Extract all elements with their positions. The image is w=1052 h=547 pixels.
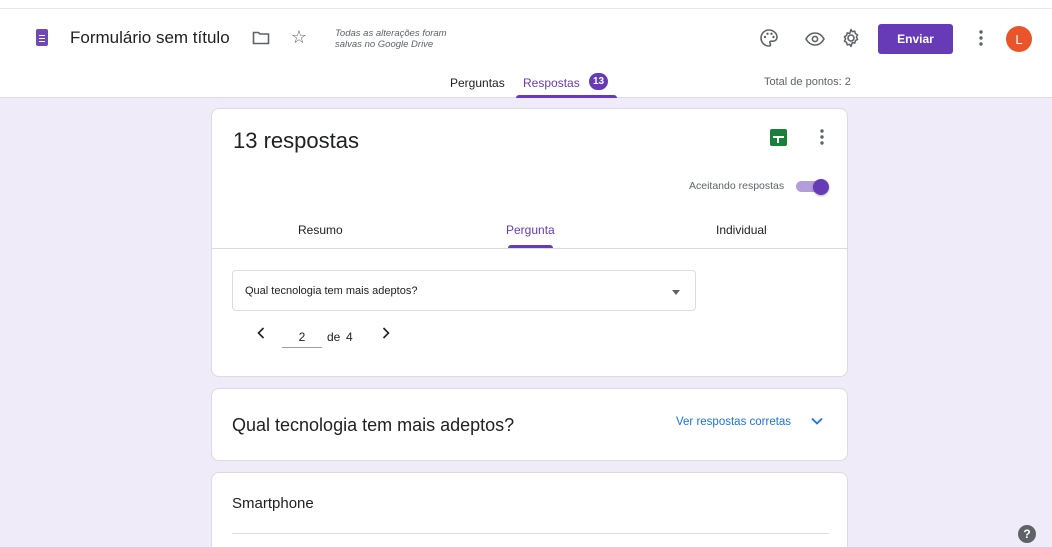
accepting-responses-label: Aceitando respostas [689, 180, 785, 192]
user-avatar[interactable]: L [1006, 26, 1032, 52]
previous-question-chevron-icon[interactable] [251, 323, 271, 343]
question-page-input[interactable]: 2 [282, 330, 322, 348]
toggle-knob [813, 179, 829, 195]
subtab-question[interactable]: Pergunta [506, 223, 555, 237]
pager-total: 4 [346, 330, 353, 344]
answer-option-title: Smartphone [232, 495, 314, 512]
google-sheets-icon[interactable] [770, 129, 787, 146]
palette-icon[interactable] [758, 27, 780, 49]
subtab-divider [212, 248, 847, 249]
answer-option-card: Smartphone [211, 472, 848, 547]
pager-of-label: de [327, 330, 341, 344]
help-question-icon[interactable]: ? [1018, 525, 1036, 543]
google-forms-logo-icon[interactable] [36, 29, 48, 46]
tab-responses[interactable]: Respostas [523, 76, 580, 90]
star-icon[interactable]: ☆ [289, 27, 309, 47]
question-card: Qual tecnologia tem mais adeptos? Ver re… [211, 388, 848, 461]
subtab-summary[interactable]: Resumo [298, 223, 343, 237]
responses-summary-card: 13 respostas Aceitando respostas Resumo … [211, 108, 848, 377]
next-question-chevron-icon[interactable] [376, 323, 396, 343]
accepting-responses-toggle[interactable] [796, 179, 830, 195]
question-title: Qual tecnologia tem mais adeptos? [232, 415, 515, 435]
settings-gear-icon[interactable] [840, 27, 862, 49]
total-points: Total de pontos: 2 [764, 76, 851, 88]
preview-eye-icon[interactable] [804, 28, 826, 50]
saved-status-line-1: Todas as alterações foram [335, 28, 447, 39]
more-options-icon[interactable] [971, 28, 991, 48]
saved-status: Todas as alterações foram salvas no Goog… [335, 28, 485, 50]
answer-option-divider [232, 533, 829, 534]
form-title[interactable]: Formulário sem título [70, 28, 230, 48]
tab-questions[interactable]: Perguntas [450, 76, 505, 90]
active-tab-indicator [516, 95, 617, 98]
send-button[interactable]: Enviar [878, 24, 953, 54]
responses-count-badge: 13 [589, 73, 609, 90]
app-header: Formulário sem título ☆ Todas as alteraç… [0, 0, 1052, 98]
header-top-strip [0, 0, 1052, 9]
saved-status-line-2: salvas no Google Drive [335, 39, 434, 50]
subtab-individual[interactable]: Individual [716, 223, 767, 237]
question-select-value: Qual tecnologia tem mais adeptos? [245, 285, 418, 297]
chevron-down-icon[interactable] [810, 414, 824, 428]
question-select-dropdown[interactable]: Qual tecnologia tem mais adeptos? [232, 270, 696, 311]
folder-icon[interactable] [251, 28, 271, 48]
responses-more-icon[interactable] [812, 127, 832, 147]
view-correct-answers-link[interactable]: Ver respostas corretas [676, 416, 791, 428]
responses-count-title: 13 respostas [233, 128, 359, 153]
dropdown-arrow-icon [672, 290, 680, 295]
